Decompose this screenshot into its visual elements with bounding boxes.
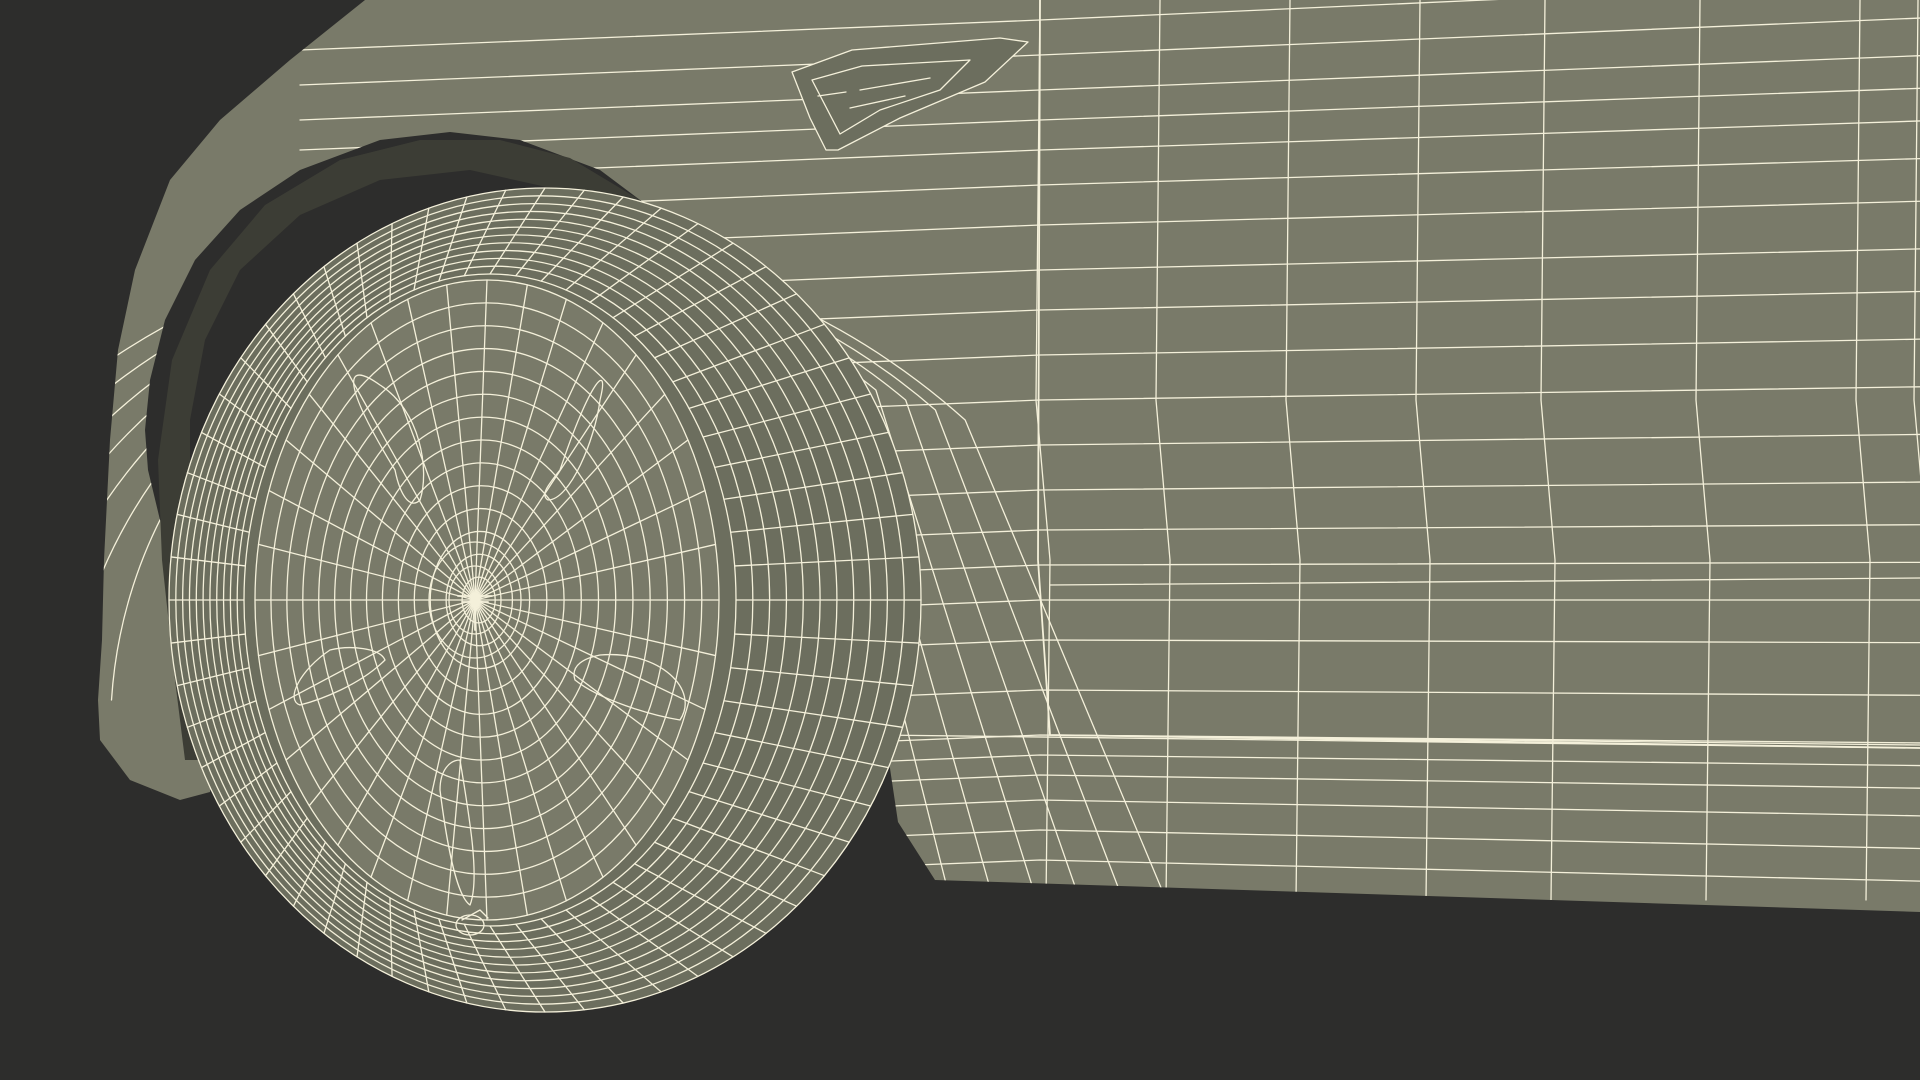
render-viewport bbox=[0, 0, 1920, 1080]
front-wheel bbox=[168, 187, 922, 1013]
wireframe-render bbox=[98, 0, 1920, 1013]
